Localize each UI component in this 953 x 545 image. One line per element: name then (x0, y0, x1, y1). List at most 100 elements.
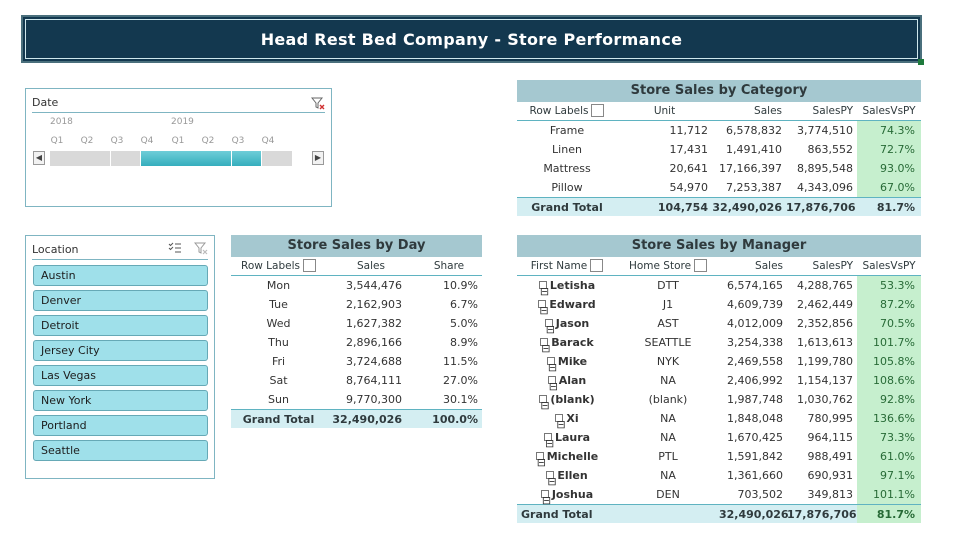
table-cell: PTL (658, 450, 678, 463)
clear-filter-icon[interactable] (310, 96, 325, 110)
quarter-label: Q2 (201, 136, 215, 146)
table-cell: 2,162,903 (346, 298, 402, 311)
column-header[interactable]: First Name (517, 257, 617, 275)
row-label[interactable]: Fri (231, 352, 326, 371)
timeline-period[interactable] (140, 151, 171, 166)
table-cell: 27.0% (443, 374, 478, 387)
sort-dropdown-icon[interactable] (590, 258, 604, 272)
row-label[interactable]: Mon (231, 276, 326, 295)
row-label[interactable]: Sat (231, 371, 326, 390)
location-item-las-vegas[interactable]: Las Vegas (33, 365, 208, 386)
manager-name: Laura (554, 431, 591, 444)
collapse-toggle-icon[interactable]: ⊟ (538, 300, 549, 317)
row-label[interactable]: Wed (231, 314, 326, 333)
column-header: SalesVsPY (862, 105, 916, 117)
date-slicer-title: Date (32, 96, 59, 109)
manager-name-cell[interactable]: ⊟Jason (517, 314, 617, 336)
quarter-label: Q4 (140, 136, 154, 146)
timeline-scroll-left-button[interactable]: ◀ (33, 151, 45, 165)
collapse-toggle-icon[interactable]: ⊟ (540, 338, 550, 355)
manager-name-cell[interactable]: ⊟(blank) (517, 390, 617, 412)
timeline-period[interactable] (110, 151, 141, 166)
location-item-austin[interactable]: Austin (33, 265, 208, 286)
table-row: ⊟Barack SEATTLE 3,254,338 1,613,613 101.7% (517, 333, 921, 355)
table-cell: 1,670,425 (727, 431, 783, 444)
manager-name-cell[interactable]: ⊟Laura (517, 428, 617, 450)
category-table-title: Store Sales by Category (517, 80, 921, 102)
table-cell: SEATTLE (644, 336, 692, 349)
location-item-new-york[interactable]: New York (33, 390, 208, 411)
collapse-toggle-icon[interactable]: ⊟ (544, 319, 555, 336)
table-cell: 1,613,613 (797, 336, 853, 349)
quarter-label: Q4 (261, 136, 275, 146)
column-header[interactable]: Row Labels (231, 257, 326, 275)
collapse-toggle-icon[interactable]: ⊟ (535, 452, 546, 469)
collapse-toggle-icon[interactable]: ⊟ (540, 490, 551, 507)
year-label: 2019 (171, 117, 194, 127)
table-cell: 1,154,137 (797, 374, 853, 387)
table-cell: 690,931 (807, 469, 854, 482)
total-cell: 17,876,706 (786, 201, 856, 214)
timeline-scroll-right-button[interactable]: ▶ (312, 151, 324, 165)
location-item-seattle[interactable]: Seattle (33, 440, 208, 461)
date-timeline-slicer[interactable]: Date 2018 2019 Q1 Q2 Q3 Q4 Q1 Q2 Q3 Q4 ◀… (25, 88, 332, 207)
table-cell: 4,609,739 (727, 298, 783, 311)
filter-dropdown-icon[interactable] (591, 103, 605, 117)
column-header[interactable]: Row Labels (517, 102, 617, 120)
clear-filter-icon[interactable] (193, 241, 208, 258)
table-row: ⊟Joshua DEN 703,502 349,813 101.1% (517, 485, 921, 507)
manager-name-cell[interactable]: ⊟Barack (517, 333, 617, 355)
resize-handle[interactable] (918, 59, 924, 65)
manager-name-cell[interactable]: ⊟Michelle (517, 447, 617, 469)
manager-name-cell[interactable]: ⊟Joshua (517, 485, 617, 507)
timeline-period[interactable] (201, 151, 231, 166)
timeline-period[interactable] (171, 151, 201, 166)
day-table-title: Store Sales by Day (231, 235, 482, 257)
table-cell: 61.0% (857, 447, 921, 466)
timeline-bar[interactable] (50, 151, 292, 166)
manager-name-cell[interactable]: ⊟Letisha (517, 276, 617, 298)
collapse-toggle-icon[interactable]: ⊟ (555, 414, 566, 431)
manager-name-cell[interactable]: ⊟Alan (517, 371, 617, 393)
location-item-portland[interactable]: Portland (33, 415, 208, 436)
table-cell: 2,406,992 (727, 374, 783, 387)
row-label[interactable]: Sun (231, 390, 326, 409)
timeline-period[interactable] (80, 151, 110, 166)
location-item-detroit[interactable]: Detroit (33, 315, 208, 336)
row-label[interactable]: Frame (517, 121, 617, 140)
location-item-jersey-city[interactable]: Jersey City (33, 340, 208, 361)
manager-name-cell[interactable]: ⊟Xi (517, 409, 617, 431)
row-label[interactable]: Mattress (517, 159, 617, 178)
manager-name-cell[interactable]: ⊟Edward (517, 295, 617, 317)
timeline-period[interactable] (50, 151, 80, 166)
table-cell: 136.6% (857, 409, 921, 428)
collapse-toggle-icon[interactable]: ⊟ (539, 395, 550, 412)
collapse-toggle-icon[interactable]: ⊟ (543, 433, 554, 450)
filter-dropdown-icon[interactable] (302, 258, 316, 272)
timeline-period[interactable] (231, 151, 262, 166)
sort-dropdown-icon[interactable] (694, 258, 708, 272)
row-label[interactable]: Linen (517, 140, 617, 159)
row-label[interactable]: Pillow (517, 178, 617, 197)
collapse-toggle-icon[interactable]: ⊟ (547, 376, 558, 393)
column-header[interactable]: Home Store (617, 257, 719, 275)
table-cell: 101.1% (857, 485, 921, 504)
table-row: ⊟Jason AST 4,012,009 2,352,856 70.5% (517, 314, 921, 336)
multi-select-icon[interactable] (168, 242, 182, 257)
table-row: Fri 3,724,688 11.5% (231, 352, 482, 371)
total-cell: 32,490,026 (719, 508, 789, 521)
manager-name-cell[interactable]: ⊟Ellen (517, 466, 617, 488)
row-label[interactable]: Tue (231, 295, 326, 314)
manager-name-cell[interactable]: ⊟Mike (517, 352, 617, 374)
collapse-toggle-icon[interactable]: ⊟ (538, 281, 549, 298)
collapse-toggle-icon[interactable]: ⊟ (546, 357, 557, 374)
timeline-period[interactable] (261, 151, 292, 166)
location-item-denver[interactable]: Denver (33, 290, 208, 311)
row-label[interactable]: Thu (231, 333, 326, 352)
quarter-label: Q1 (171, 136, 185, 146)
collapse-toggle-icon[interactable]: ⊟ (546, 471, 557, 488)
manager-pivot-table: Store Sales by Manager First Name Home S… (517, 235, 921, 523)
quarter-label: Q3 (110, 136, 124, 146)
table-cell: 863,552 (807, 143, 854, 156)
table-cell: 964,115 (807, 431, 854, 444)
